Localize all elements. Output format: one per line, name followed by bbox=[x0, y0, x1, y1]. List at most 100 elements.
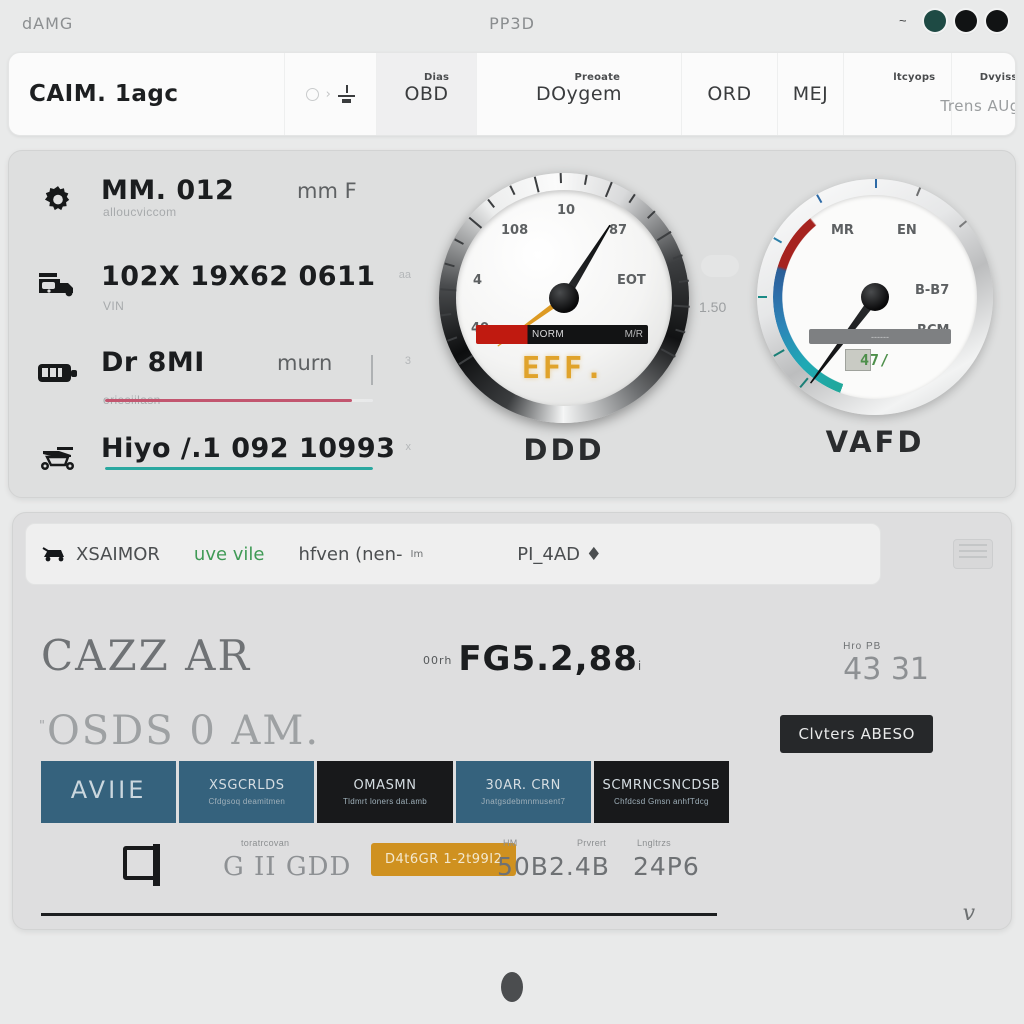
action-button[interactable]: Clvters ABESO bbox=[780, 715, 933, 753]
chevron-down-icon[interactable]: v bbox=[963, 901, 975, 926]
readout-sub-title-sup: " bbox=[39, 718, 47, 734]
tab-dvyiss[interactable]: Dvyiss Trens AUg'Y bbox=[940, 53, 1016, 135]
segment-bar: AVIIE XSGCRLDS Cfdgsoq deamitmen OMASMN … bbox=[41, 761, 730, 823]
subtab-hfven[interactable]: hfven (nen- Im bbox=[299, 544, 424, 565]
segment-sub: Chfdcsd Gmsn anhfTdcg bbox=[614, 797, 709, 806]
footer-value-label: Prvrert bbox=[577, 838, 607, 848]
gauge-right-status-label: ------ bbox=[871, 331, 889, 342]
metric-row[interactable]: Dr 8MI murn oriesiilasn 3 bbox=[27, 343, 417, 429]
filter-icon bbox=[338, 85, 356, 103]
segment-item[interactable]: SCMRNCSNCDSB Chfdcsd Gmsn anhfTdcg bbox=[593, 761, 730, 823]
tab-dvyiss-sup: Dvyiss bbox=[979, 72, 1016, 83]
metric-value: Hiyo /.1 092 10993 bbox=[101, 433, 396, 464]
subtab-pi4ad[interactable]: PI_4AD ♦ bbox=[517, 544, 602, 565]
tab-mej[interactable]: MEJ bbox=[778, 53, 844, 135]
metric-sub: VIN bbox=[103, 299, 125, 313]
subtab-pi4ad-label: PI_4AD ♦ bbox=[517, 543, 602, 565]
metric-sub: alloucviccom bbox=[103, 205, 177, 219]
footer-value-label: HM bbox=[503, 838, 518, 848]
metric-tiny: x bbox=[405, 441, 412, 453]
window-dot-2[interactable] bbox=[955, 10, 977, 32]
car-scan-icon bbox=[42, 544, 68, 564]
footer-value: 50B2.4B bbox=[497, 852, 610, 881]
gauge-right-number: MR bbox=[831, 223, 854, 238]
decorative-blob bbox=[701, 255, 739, 277]
gauge-left-lcd: EFF. bbox=[521, 351, 607, 386]
gauge-right-label: VAFD bbox=[825, 425, 925, 459]
segment-label: OMASMN bbox=[353, 778, 417, 793]
footer-chip-badge[interactable]: D4t6GR 1-2t99I2 bbox=[371, 843, 517, 876]
tab-obd-sup: Dias bbox=[423, 72, 450, 83]
metric-tick bbox=[371, 355, 373, 385]
footer-value: 24P6 bbox=[633, 852, 700, 881]
gauge-right-status-bar: ------ bbox=[809, 329, 951, 344]
readout-sub-title-text: OSDS 0 AM. bbox=[46, 708, 321, 754]
readout-sub-title: "OSDS 0 AM. bbox=[39, 708, 320, 754]
tab-doygem[interactable]: Preoate DOygem bbox=[477, 53, 682, 135]
tab-ltcyops-sup: ltcyops bbox=[893, 72, 936, 83]
subtab-hfven-label: hfven (nen- bbox=[298, 543, 403, 565]
metric-progress-fill bbox=[105, 399, 352, 402]
gauge-right-face: MR EN B-B7 RCM ------ 47/ bbox=[757, 179, 993, 415]
readout-right-main: 43 31 bbox=[843, 652, 929, 687]
metric-progress-bar bbox=[105, 399, 373, 402]
metric-unit: mm F bbox=[297, 179, 357, 203]
gauges-panel: MM. 012 mm F alloucviccom 102X 19X62 061… bbox=[8, 150, 1016, 498]
window-controls[interactable]: ~ bbox=[899, 10, 1008, 32]
squiggle-icon: ~ bbox=[899, 16, 907, 26]
tab-ltcyops[interactable]: ltcyops bbox=[844, 53, 952, 135]
segment-item[interactable]: 30AR. CRN Jnatgsdebmnmusent7 bbox=[455, 761, 591, 823]
metric-tiny: aa bbox=[398, 269, 411, 281]
window-dot-3[interactable] bbox=[986, 10, 1008, 32]
app-brand[interactable]: CAIM. 1agc bbox=[9, 53, 285, 135]
segment-item[interactable]: AVIIE bbox=[41, 761, 177, 823]
gauge-right-number: EN bbox=[897, 223, 917, 238]
gauge-right-number: B-B7 bbox=[915, 283, 950, 298]
segment-sub: Cfdgsoq deamitmen bbox=[208, 797, 286, 806]
readout-title: CAZZ AR bbox=[41, 631, 252, 680]
segment-label: 30AR. CRN bbox=[485, 778, 561, 793]
subtab-live-vile[interactable]: uve vile bbox=[194, 544, 265, 565]
subtab-xsaimor-label: XSAIMOR bbox=[76, 543, 160, 565]
gauge-right[interactable]: MR EN B-B7 RCM ------ 47/ VAFD bbox=[757, 179, 993, 459]
gauge-left[interactable]: 108 10 87 4 EOT 40 NORM M/R EFF. DDD bbox=[439, 173, 690, 467]
gauge-right-lcd: 47/ bbox=[859, 351, 891, 369]
metric-progress-bar bbox=[105, 467, 373, 470]
battery-icon bbox=[35, 353, 81, 393]
tab-controls-group[interactable]: › bbox=[285, 53, 377, 135]
tab-dvyiss-sub: Trens AUg'Y bbox=[940, 97, 1015, 115]
readout-value-suffix: i bbox=[637, 659, 643, 673]
footer-value-label: Lngltrzs bbox=[637, 838, 671, 848]
grid-card-icon[interactable] bbox=[953, 539, 993, 569]
metric-row[interactable]: Hiyo /.1 092 10993 x bbox=[27, 429, 417, 515]
subtab-live-vile-label: uve vile bbox=[193, 543, 265, 565]
gauge-left-number: EOT bbox=[617, 273, 646, 288]
readout-primary-value: 00rh FG5.2,88i bbox=[423, 639, 642, 679]
metric-progress-fill bbox=[105, 467, 373, 470]
plug-icon bbox=[123, 844, 160, 886]
footer-text-label: toratrcovan bbox=[241, 838, 290, 848]
title-bar: dAMG PP3D ~ bbox=[0, 0, 1024, 48]
gauge-left-status-label: NORM bbox=[532, 329, 565, 340]
metric-row[interactable]: MM. 012 mm F alloucviccom bbox=[27, 171, 417, 257]
segment-item[interactable]: OMASMN Tldmrt loners dat.amb bbox=[317, 761, 453, 823]
gear-icon bbox=[35, 181, 81, 221]
segment-sub: Tldmrt loners dat.amb bbox=[342, 797, 428, 806]
metric-value: 102X 19X62 0611 bbox=[101, 261, 376, 292]
tab-obd[interactable]: Dias OBD bbox=[377, 53, 477, 135]
segment-label: AVIIE bbox=[70, 776, 147, 804]
segment-label: XSGCRLDS bbox=[208, 778, 285, 793]
gauge-left-dial: 108 10 87 4 EOT 40 NORM M/R EFF. bbox=[439, 173, 690, 423]
sub-tab-bar: XSAIMOR uve vile hfven (nen- Im PI_4AD ♦ bbox=[25, 523, 881, 585]
home-indicator[interactable] bbox=[501, 972, 523, 1002]
gauge-left-number: 87 bbox=[609, 223, 628, 238]
circle-icon bbox=[305, 87, 319, 101]
subtab-xsaimor[interactable]: XSAIMOR bbox=[42, 544, 160, 565]
segment-item[interactable]: XSGCRLDS Cfdgsoq deamitmen bbox=[179, 761, 315, 823]
tab-ord[interactable]: ORD bbox=[682, 53, 778, 135]
metric-row[interactable]: 102X 19X62 0611 VIN aa bbox=[27, 257, 417, 343]
readout-right-value: Hro PB 43 31 bbox=[843, 641, 929, 687]
window-dot-1[interactable] bbox=[924, 10, 946, 32]
truck-icon bbox=[35, 267, 81, 307]
metric-value: Dr 8MI bbox=[101, 347, 205, 378]
